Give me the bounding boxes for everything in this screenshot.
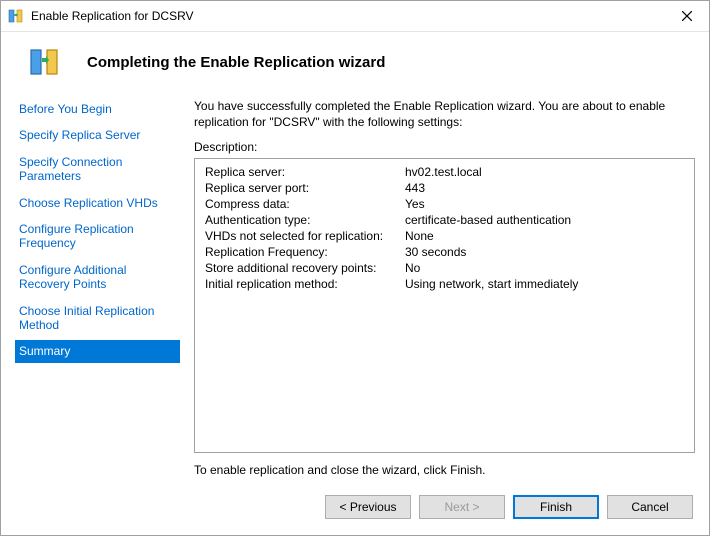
sidebar-step-choose-initial-replication-method[interactable]: Choose Initial Replication Method (15, 300, 180, 337)
intro-text: You have successfully completed the Enab… (194, 98, 695, 130)
setting-key: VHDs not selected for replication: (205, 229, 405, 243)
description-box: Replica server: hv02.test.local Replica … (194, 158, 695, 453)
window-title: Enable Replication for DCSRV (31, 9, 664, 23)
footer-note: To enable replication and close the wiza… (194, 463, 695, 477)
next-button: Next > (419, 495, 505, 519)
setting-row: Authentication type: certificate-based a… (205, 213, 684, 227)
setting-row: Initial replication method: Using networ… (205, 277, 684, 291)
setting-value: No (405, 261, 420, 275)
setting-row: Replication Frequency: 30 seconds (205, 245, 684, 259)
setting-key: Compress data: (205, 197, 405, 211)
wizard-header: Completing the Enable Replication wizard (1, 32, 709, 98)
close-button[interactable] (664, 1, 709, 31)
finish-button[interactable]: Finish (513, 495, 599, 519)
setting-value: 443 (405, 181, 425, 195)
close-icon (682, 11, 692, 21)
setting-value: Using network, start immediately (405, 277, 578, 291)
setting-row: Replica server port: 443 (205, 181, 684, 195)
setting-key: Store additional recovery points: (205, 261, 405, 275)
sidebar-step-summary[interactable]: Summary (15, 340, 180, 362)
button-bar: < Previous Next > Finish Cancel (1, 483, 709, 535)
setting-value: hv02.test.local (405, 165, 482, 179)
setting-row: Store additional recovery points: No (205, 261, 684, 275)
setting-key: Authentication type: (205, 213, 405, 227)
sidebar-step-configure-replication-frequency[interactable]: Configure Replication Frequency (15, 218, 180, 255)
wizard-sidebar: Before You Begin Specify Replica Server … (15, 98, 180, 477)
wizard-icon (29, 46, 61, 78)
setting-row: Replica server: hv02.test.local (205, 165, 684, 179)
setting-key: Replica server: (205, 165, 405, 179)
setting-row: VHDs not selected for replication: None (205, 229, 684, 243)
description-label: Description: (194, 140, 695, 154)
sidebar-step-configure-additional-recovery-points[interactable]: Configure Additional Recovery Points (15, 259, 180, 296)
sidebar-step-specify-connection-parameters[interactable]: Specify Connection Parameters (15, 151, 180, 188)
sidebar-step-specify-replica-server[interactable]: Specify Replica Server (15, 124, 180, 146)
setting-key: Replication Frequency: (205, 245, 405, 259)
setting-value: Yes (405, 197, 425, 211)
setting-value: 30 seconds (405, 245, 466, 259)
sidebar-step-before-you-begin[interactable]: Before You Begin (15, 98, 180, 120)
wizard-window: Enable Replication for DCSRV Completing … (0, 0, 710, 536)
setting-row: Compress data: Yes (205, 197, 684, 211)
titlebar: Enable Replication for DCSRV (1, 1, 709, 32)
setting-value: None (405, 229, 434, 243)
page-title: Completing the Enable Replication wizard (87, 54, 385, 71)
setting-key: Replica server port: (205, 181, 405, 195)
setting-value: certificate-based authentication (405, 213, 571, 227)
wizard-body: Before You Begin Specify Replica Server … (1, 98, 709, 483)
setting-key: Initial replication method: (205, 277, 405, 291)
wizard-content: You have successfully completed the Enab… (180, 98, 695, 477)
sidebar-step-choose-replication-vhds[interactable]: Choose Replication VHDs (15, 192, 180, 214)
previous-button[interactable]: < Previous (325, 495, 411, 519)
app-icon (7, 7, 25, 25)
cancel-button[interactable]: Cancel (607, 495, 693, 519)
